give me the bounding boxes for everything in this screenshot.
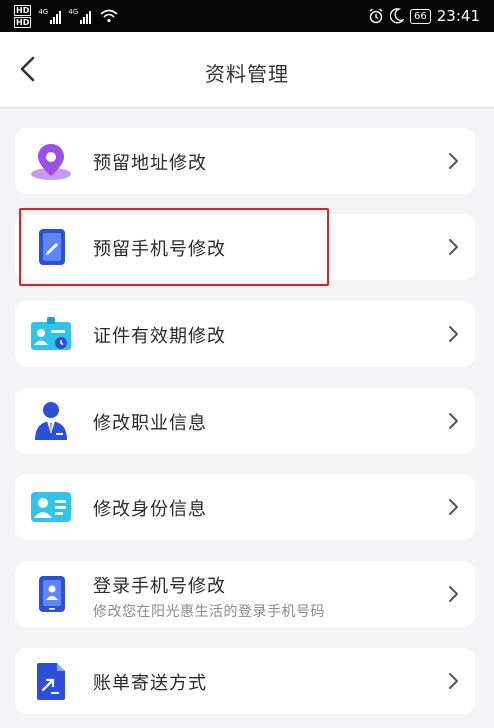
hd-badge: HD bbox=[14, 16, 32, 28]
businessman-icon bbox=[35, 402, 67, 440]
network-type: 4G bbox=[68, 8, 79, 16]
chevron-right-icon bbox=[449, 586, 458, 602]
menu-item-id-validity[interactable]: 证件有效期修改 bbox=[15, 301, 475, 367]
menu-item-reserved-phone[interactable]: 预留手机号修改 bbox=[15, 214, 475, 280]
location-pin-icon bbox=[31, 144, 71, 180]
id-card-icon bbox=[31, 492, 71, 522]
tablet-edit-icon bbox=[39, 229, 65, 265]
status-time: 23:41 bbox=[436, 7, 480, 25]
menu-item-label: 登录手机号修改 bbox=[93, 576, 226, 597]
chevron-right-icon bbox=[449, 673, 458, 689]
status-bar: HD HD 4G 4G 66 23:41 bbox=[0, 0, 494, 32]
document-arrow-icon bbox=[37, 663, 65, 700]
hd-badge: HD bbox=[14, 4, 32, 16]
network-type: 4G bbox=[38, 8, 49, 16]
battery-level: 66 bbox=[410, 8, 431, 24]
chevron-right-icon bbox=[449, 153, 458, 169]
chevron-right-icon bbox=[449, 499, 458, 515]
menu-item-address[interactable]: 预留地址修改 bbox=[15, 128, 475, 194]
menu-item-identity[interactable]: 修改身份信息 bbox=[15, 474, 475, 540]
menu-item-label: 账单寄送方式 bbox=[93, 673, 207, 694]
id-card-clock-icon bbox=[31, 317, 71, 350]
menu-item-label: 修改身份信息 bbox=[93, 499, 207, 520]
menu-item-bill-delivery[interactable]: 账单寄送方式 bbox=[15, 648, 475, 714]
hd-badges: HD HD bbox=[14, 4, 32, 28]
signal-icon: 4G bbox=[68, 8, 92, 24]
app-header: 资料管理 bbox=[0, 32, 494, 108]
menu-item-label: 修改职业信息 bbox=[93, 413, 207, 434]
status-right: 66 23:41 bbox=[368, 0, 480, 32]
page-title: 资料管理 bbox=[205, 62, 289, 86]
signal-icon: 4G bbox=[38, 8, 62, 24]
menu-item-login-phone[interactable]: 登录手机号修改 修改您在阳光惠生活的登录手机号码 bbox=[15, 561, 475, 627]
phone-user-icon bbox=[39, 576, 65, 612]
chevron-right-icon bbox=[449, 239, 458, 255]
wifi-icon bbox=[100, 9, 118, 23]
alarm-icon bbox=[369, 8, 383, 24]
moon-icon bbox=[390, 8, 405, 24]
status-left: HD HD 4G 4G bbox=[14, 3, 118, 29]
menu-item-label: 预留地址修改 bbox=[93, 153, 207, 174]
menu-item-subtitle: 修改您在阳光惠生活的登录手机号码 bbox=[93, 604, 325, 620]
menu-item-occupation[interactable]: 修改职业信息 bbox=[15, 388, 475, 454]
chevron-right-icon bbox=[449, 326, 458, 342]
chevron-right-icon bbox=[449, 413, 458, 429]
menu-item-label: 证件有效期修改 bbox=[93, 326, 226, 347]
menu-item-label: 预留手机号修改 bbox=[93, 239, 226, 260]
